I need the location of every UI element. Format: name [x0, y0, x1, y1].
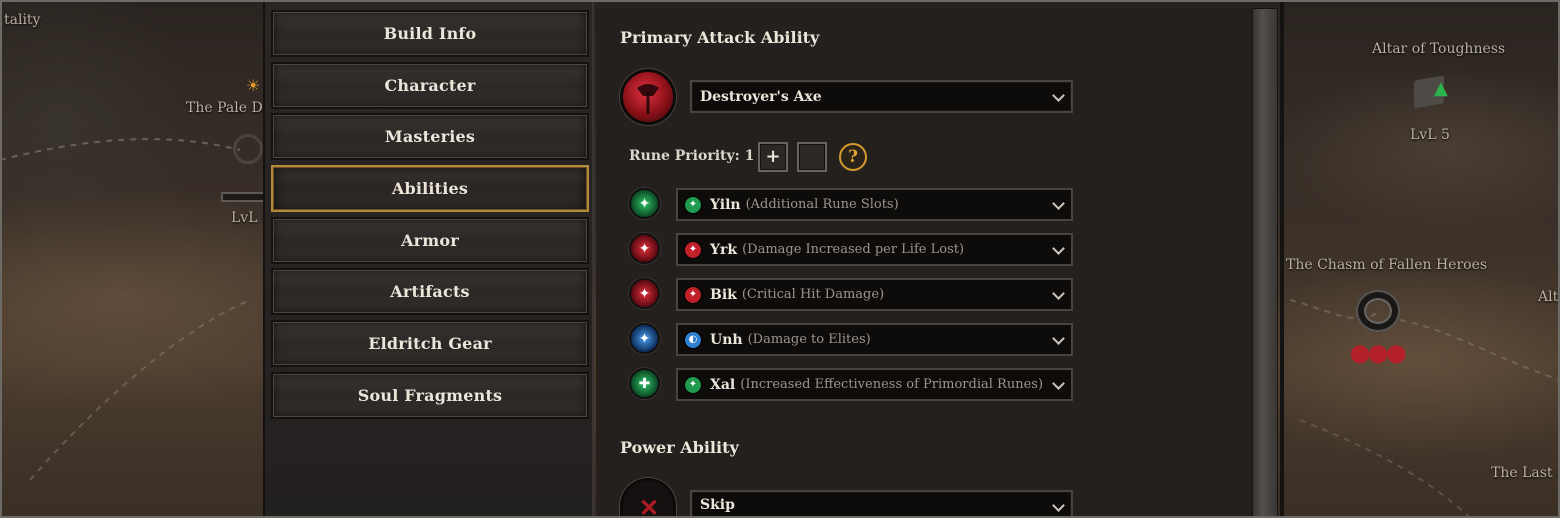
map-label-altar-level: LvL 5: [1410, 127, 1450, 143]
sun-icon: ☀: [246, 76, 261, 95]
chevron-down-icon: [1052, 377, 1065, 390]
power-ability-title: Power Ability: [620, 438, 739, 457]
rune-name: Xal: [710, 376, 736, 393]
panel-border: [1280, 0, 1284, 518]
xal-mini-icon: ✦: [684, 375, 702, 394]
yrk-mini-icon: ✦: [684, 240, 702, 259]
rune-desc: (Increased Effectiveness of Primordial R…: [740, 377, 1044, 392]
map-label-last: The Last S: [1491, 465, 1560, 481]
yiln-rune-icon: ✦: [629, 188, 660, 219]
rune-name: Yrk: [710, 241, 738, 258]
difficulty-skulls-icon: ⬤⬤⬤: [1350, 343, 1406, 364]
primary-ability-value: Destroyer's Axe: [700, 88, 822, 105]
rune-select-xal[interactable]: ✦ Xal (Increased Effectiveness of Primor…: [676, 368, 1073, 401]
chevron-down-icon: [1052, 332, 1065, 345]
map-label-chasm: The Chasm of Fallen Heroes: [1286, 257, 1488, 273]
rune-name: Unh: [710, 331, 743, 348]
rune-select-bik[interactable]: ✦ Bik (Critical Hit Damage): [676, 278, 1073, 311]
yrk-rune-icon: ✦: [629, 233, 660, 264]
rune-select-unh[interactable]: ◐ Unh (Damage to Elites): [676, 323, 1073, 356]
chevron-down-icon: [1052, 287, 1065, 300]
xal-rune-icon: ✚: [629, 368, 660, 399]
menu-item-artifacts[interactable]: Artifacts: [271, 268, 589, 315]
waypoint-icon: [233, 134, 263, 164]
rune-desc: (Critical Hit Damage): [741, 287, 885, 302]
rune-desc: (Damage Increased per Life Lost): [742, 242, 965, 257]
map-label-alt: Alt: [1538, 289, 1559, 305]
chevron-down-icon: [1052, 499, 1065, 512]
chevron-down-icon: [1052, 89, 1065, 102]
menu-item-soul-fragments[interactable]: Soul Fragments: [271, 372, 589, 419]
portal-ring-icon: [1358, 292, 1398, 330]
chevron-down-icon: [1052, 197, 1065, 210]
power-ability-select[interactable]: Skip: [690, 490, 1073, 518]
bik-rune-icon: ✦: [629, 278, 660, 309]
menu-item-masteries[interactable]: Masteries: [271, 113, 589, 160]
rune-priority-slot[interactable]: [797, 142, 827, 172]
build-menu: Build Info Character Masteries Abilities…: [263, 0, 594, 518]
map-progress-bar: [221, 192, 265, 202]
rune-name: Bik: [710, 286, 737, 303]
up-arrow-icon: ▲: [1434, 78, 1448, 99]
menu-item-eldritch-gear[interactable]: Eldritch Gear: [271, 320, 589, 367]
menu-item-character[interactable]: Character: [271, 62, 589, 109]
rune-desc: (Additional Rune Slots): [745, 197, 899, 212]
yiln-mini-icon: ✦: [684, 195, 702, 214]
rune-priority-label: Rune Priority: 1: [629, 148, 755, 164]
unh-rune-icon: ✦: [629, 323, 660, 354]
bik-mini-icon: ✦: [684, 285, 702, 304]
unh-mini-icon: ◐: [684, 330, 702, 349]
rune-name: Yiln: [710, 196, 741, 213]
rune-select-yrk[interactable]: ✦ Yrk (Damage Increased per Life Lost): [676, 233, 1073, 266]
chevron-down-icon: [1052, 242, 1065, 255]
power-ability-value: Skip: [700, 497, 735, 513]
menu-item-armor[interactable]: Armor: [271, 217, 589, 264]
menu-item-build-info[interactable]: Build Info: [271, 10, 589, 57]
primary-attack-title: Primary Attack Ability: [620, 28, 820, 47]
panel-scrollbar[interactable]: [1252, 8, 1278, 518]
map-label-vitality: tality: [4, 12, 41, 28]
menu-item-abilities[interactable]: Abilities: [271, 165, 589, 212]
rune-select-yiln[interactable]: ✦ Yiln (Additional Rune Slots): [676, 188, 1073, 221]
destroyers-axe-icon: [620, 69, 676, 125]
add-rune-priority-button[interactable]: +: [758, 142, 788, 172]
map-label-altar: Altar of Toughness: [1372, 41, 1506, 57]
help-icon[interactable]: ?: [839, 143, 867, 171]
map-label-pale: The Pale De: [186, 100, 271, 116]
primary-ability-select[interactable]: Destroyer's Axe: [690, 80, 1073, 113]
rune-desc: (Damage to Elites): [747, 332, 871, 347]
